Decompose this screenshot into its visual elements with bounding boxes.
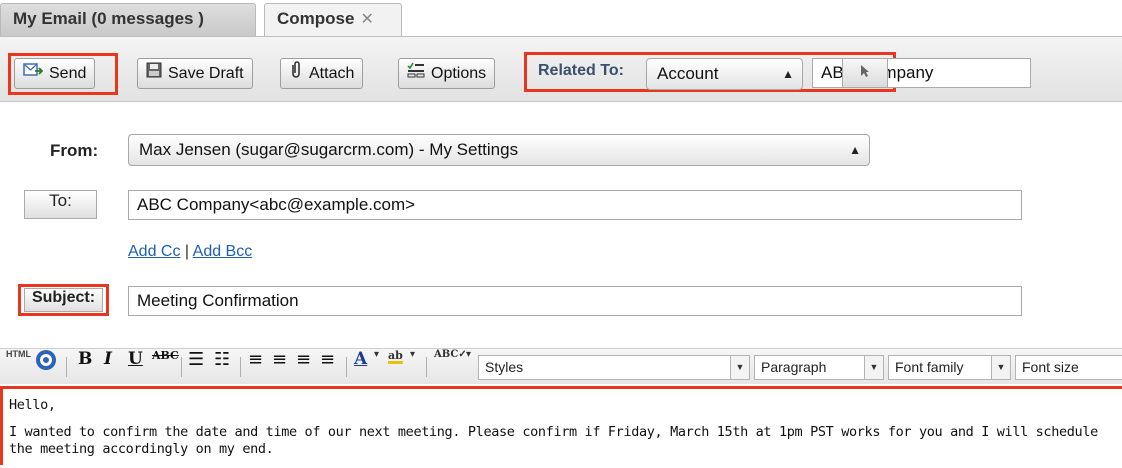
email-body-editor[interactable]: Hello, I wanted to confirm the date and … — [0, 386, 1122, 465]
chevron-down-icon[interactable]: ▾ — [466, 349, 471, 385]
from-select[interactable]: Max Jensen (sugar@sugarcrm.com) - My Set… — [128, 134, 870, 166]
font-family-select[interactable]: Font family ▼ — [888, 355, 1011, 380]
highlight-color-icon[interactable]: ab — [388, 349, 403, 385]
close-icon[interactable]: ✕ — [360, 11, 373, 28]
paragraph-select[interactable]: Paragraph ▼ — [754, 355, 884, 380]
save-icon — [146, 59, 162, 88]
separator — [181, 357, 182, 377]
attach-button[interactable]: Attach — [280, 58, 364, 89]
save-draft-button[interactable]: Save Draft — [137, 58, 253, 89]
paperclip-icon — [289, 59, 303, 88]
separator — [240, 357, 241, 377]
send-icon — [23, 59, 44, 88]
help-icon[interactable] — [35, 349, 57, 385]
subject-input[interactable]: Meeting Confirmation — [128, 286, 1022, 316]
related-type-value: Account — [657, 64, 719, 83]
tab-compose-label: Compose — [277, 9, 355, 28]
separator — [66, 357, 67, 377]
numbered-list-icon[interactable]: ☷ — [214, 349, 230, 385]
font-size-value: Font size — [1022, 359, 1079, 375]
separator — [426, 357, 427, 377]
subject-value: Meeting Confirmation — [137, 291, 299, 310]
link-separator: | — [184, 243, 190, 260]
options-icon — [407, 59, 425, 88]
italic-icon[interactable]: I — [104, 349, 112, 385]
from-label: From: — [50, 141, 99, 160]
to-input[interactable]: ABC Company<abc@example.com> — [128, 190, 1022, 220]
add-cc-link[interactable]: Add Cc — [128, 243, 180, 260]
attach-label: Attach — [309, 65, 355, 82]
styles-value: Styles — [485, 359, 524, 375]
chevron-down-icon[interactable]: ▾ — [410, 349, 415, 385]
related-to-label: Related To: — [538, 62, 624, 79]
chevron-down-icon: ▼ — [991, 356, 1010, 379]
options-button[interactable]: Options — [398, 58, 496, 89]
editor-toolbar: HTML B I U ABC ☰ ☷ ≡ ≡ ≡ ≡ A ▾ ab ▾ ABC✓… — [0, 348, 1122, 384]
tab-compose[interactable]: Compose ✕ — [264, 3, 402, 36]
select-arrows-icon: ▲ — [782, 67, 794, 81]
send-label: Send — [49, 65, 87, 82]
paragraph-value: Paragraph — [761, 359, 827, 375]
underline-icon[interactable]: U — [128, 349, 143, 385]
align-right-icon[interactable]: ≡ — [296, 349, 311, 385]
font-family-value: Font family — [895, 359, 964, 375]
to-value: ABC Company<abc@example.com> — [137, 195, 416, 214]
align-left-icon[interactable]: ≡ — [248, 349, 263, 385]
chevron-down-icon: ▼ — [730, 356, 749, 379]
separator — [346, 357, 347, 377]
bold-icon[interactable]: B — [78, 349, 92, 385]
chevron-down-icon[interactable]: ▾ — [374, 349, 379, 385]
send-button[interactable]: Send — [14, 58, 96, 89]
to-button[interactable]: To: — [24, 190, 97, 219]
text-color-icon[interactable]: A — [354, 349, 367, 385]
align-justify-icon[interactable]: ≡ — [320, 349, 335, 385]
tab-bar: My Email (0 messages ) Compose ✕ — [0, 0, 1122, 36]
body-greeting: Hello, — [9, 397, 56, 413]
styles-select[interactable]: Styles ▼ — [478, 355, 750, 380]
select-arrows-icon: ▲ — [849, 143, 861, 157]
cursor-arrow-icon — [860, 65, 870, 81]
from-value: Max Jensen (sugar@sugarcrm.com) - My Set… — [139, 140, 519, 159]
body-paragraph: I wanted to confirm the date and time of… — [9, 424, 1098, 457]
options-label: Options — [431, 65, 487, 82]
font-size-select[interactable]: Font size — [1015, 355, 1122, 380]
tab-my-email[interactable]: My Email (0 messages ) — [0, 3, 256, 36]
to-label: To: — [49, 191, 72, 210]
strikethrough-icon[interactable]: ABC — [152, 349, 179, 385]
cc-bcc-links: Add Cc | Add Bcc — [128, 243, 252, 261]
chevron-down-icon: ▼ — [864, 356, 883, 379]
add-bcc-link[interactable]: Add Bcc — [193, 243, 253, 260]
bullet-list-icon[interactable]: ☰ — [188, 349, 204, 385]
save-draft-label: Save Draft — [168, 65, 244, 82]
spellcheck-icon[interactable]: ABC✓ — [434, 349, 467, 385]
email-body-text: Hello, I wanted to confirm the date and … — [9, 397, 1119, 468]
align-center-icon[interactable]: ≡ — [272, 349, 287, 385]
select-record-button[interactable] — [842, 58, 888, 88]
tab-my-email-label: My Email (0 messages ) — [13, 9, 204, 28]
subject-label: Subject: — [24, 288, 103, 312]
html-button[interactable]: HTML — [6, 349, 31, 385]
related-type-select[interactable]: Account ▲ — [646, 58, 803, 90]
